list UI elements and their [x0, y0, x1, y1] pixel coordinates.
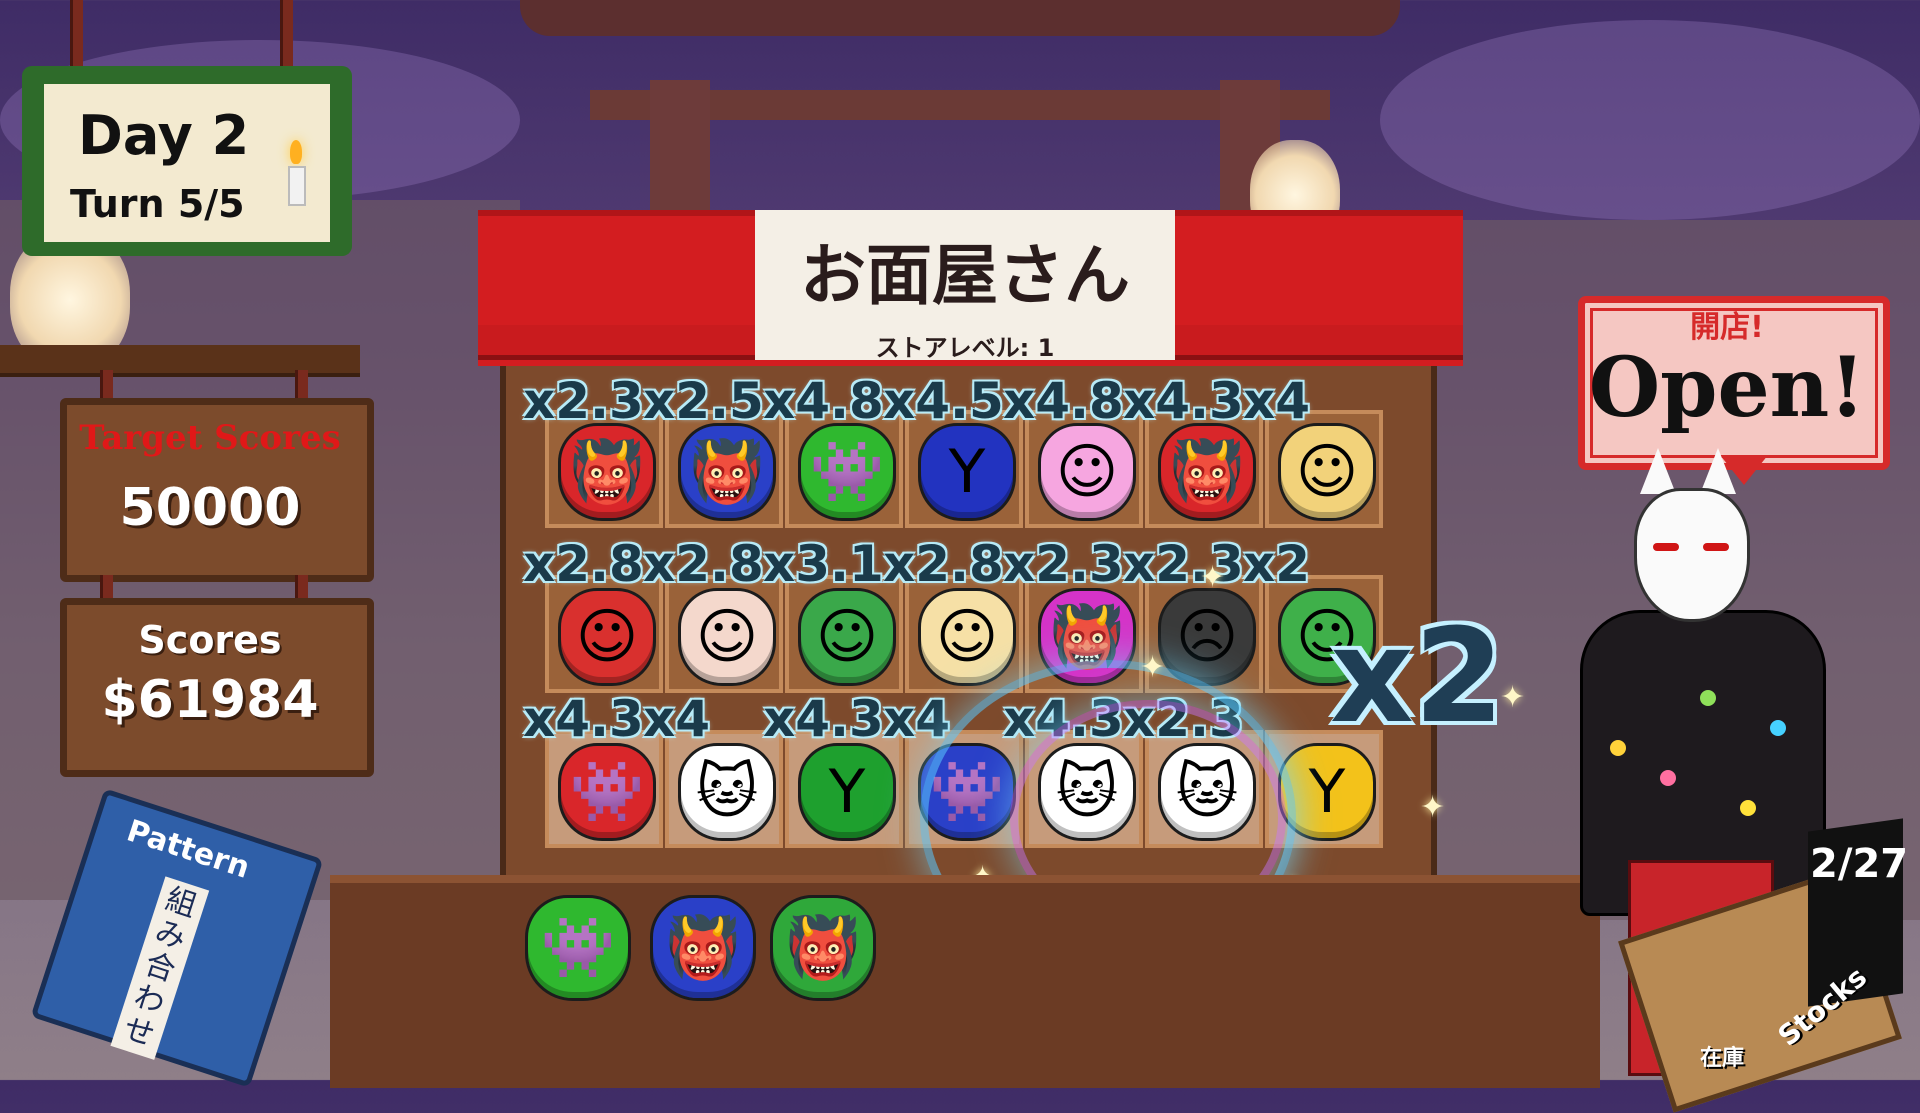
hanging-rope: [295, 370, 308, 400]
blue-oni-mask-icon[interactable]: 👹: [650, 895, 756, 1001]
store-level: ストアレベル: 1: [875, 334, 1055, 362]
blonde-anime-girl-mask-icon[interactable]: ☺: [1278, 423, 1376, 521]
score-title: Scores: [138, 618, 282, 662]
okame-smiling-mask-icon[interactable]: ☺: [918, 588, 1016, 686]
kimono-flower: [1610, 740, 1626, 756]
blue-oni-mask-icon[interactable]: 👹: [678, 423, 776, 521]
slot-multiplier: x2.3: [1003, 535, 1124, 593]
green-space-invader-icon[interactable]: 👾: [798, 423, 896, 521]
torii-gate-top: [520, 0, 1400, 36]
hanging-rope: [100, 370, 113, 400]
slot-multiplier: x2.8: [643, 535, 764, 593]
pink-anime-girl-mask-icon[interactable]: ☺: [1038, 423, 1136, 521]
target-score-title: Target Scores: [79, 418, 341, 458]
blue-ranger-mask-icon[interactable]: Y: [918, 423, 1016, 521]
day-label: Day 2: [78, 104, 250, 167]
kimono-flower: [1700, 690, 1716, 706]
sparkle-icon: ✦: [1140, 650, 1166, 685]
stock-label-jp: 在庫: [1700, 1046, 1745, 1071]
slot-multiplier: x4.8: [1003, 372, 1124, 430]
kimono-flower: [1770, 720, 1786, 736]
fox-mask-shopkeeper: [1634, 488, 1750, 622]
hanging-rope: [70, 0, 83, 70]
combo-multiplier: x2: [1330, 600, 1505, 752]
white-cat-mask-icon[interactable]: 🐱: [678, 743, 776, 841]
green-oni-mask-icon[interactable]: 👹: [770, 895, 876, 1001]
green-ranger-mask-icon[interactable]: Y: [798, 743, 896, 841]
target-score-value: 50000: [119, 478, 301, 538]
slot-multiplier: x3.1: [763, 535, 884, 593]
slot-multiplier: x4: [1243, 372, 1311, 430]
red-space-invader-icon[interactable]: 👾: [558, 743, 656, 841]
slot-multiplier: x2.5: [643, 372, 764, 430]
slot-multiplier: x2.3: [523, 372, 644, 430]
slot-multiplier: x4.5: [883, 372, 1004, 430]
slot-multiplier: x4: [643, 690, 711, 748]
slot-multiplier: x4: [883, 690, 951, 748]
slot-multiplier: x4.3: [1123, 372, 1244, 430]
candle-flame-icon: [290, 140, 302, 164]
red-hair-anime-girl-mask-icon[interactable]: ☺: [558, 588, 656, 686]
stock-count: 2/27: [1810, 841, 1909, 887]
open-sign-en: Open!: [1588, 340, 1866, 436]
sparkle-icon: ✦: [1200, 560, 1226, 595]
pattern-book-subtitle: 組み合わせ: [110, 876, 210, 1060]
red-oni-mask-icon[interactable]: 👹: [1158, 423, 1256, 521]
shop-name: お面屋さん: [800, 236, 1130, 314]
green-old-man-mask-icon[interactable]: ☺: [798, 588, 896, 686]
slot-multiplier: x2.8: [523, 535, 644, 593]
slot-multiplier: x2.3: [1123, 535, 1244, 593]
sparkle-icon: ✦: [1420, 790, 1446, 825]
hanging-rope: [280, 0, 293, 70]
cloud: [1380, 20, 1920, 220]
fox-eye-marking: [1703, 543, 1729, 551]
candle-icon: [288, 166, 306, 206]
slot-multiplier: x2: [1243, 535, 1311, 593]
slot-multiplier: x4.8: [763, 372, 884, 430]
fox-eye-marking: [1653, 543, 1679, 551]
slot-multiplier: x4.3: [523, 690, 644, 748]
kimono-flower: [1660, 770, 1676, 786]
score-value: $61984: [101, 670, 319, 730]
fox-ear: [1640, 448, 1676, 494]
old-man-mask-icon[interactable]: ☺: [678, 588, 776, 686]
turn-label: Turn 5/5: [70, 182, 245, 226]
slot-multiplier: x2.8: [883, 535, 1004, 593]
stall-counter: [330, 875, 1600, 1088]
green-space-invader-icon[interactable]: 👾: [525, 895, 631, 1001]
kimono-flower: [1740, 800, 1756, 816]
red-oni-mask-icon[interactable]: 👹: [558, 423, 656, 521]
slot-multiplier: x4.3: [763, 690, 884, 748]
